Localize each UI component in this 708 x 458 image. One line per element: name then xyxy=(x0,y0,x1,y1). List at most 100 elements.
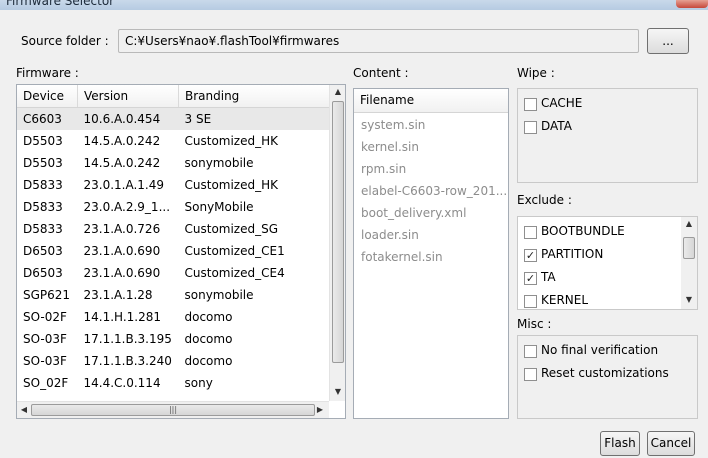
checkbox-box[interactable]: ✓ xyxy=(524,249,537,262)
cell-version: 14.1.H.1.281 xyxy=(83,310,162,324)
exclude-checkbox-partition[interactable]: ✓ PARTITION xyxy=(524,247,684,264)
filename-header[interactable]: Filename xyxy=(354,89,508,113)
exclude-checkbox-kernel[interactable]: KERNEL xyxy=(524,293,684,310)
cell-version: 17.1.1.B.3.195 xyxy=(83,332,172,346)
firmware-row[interactable]: SO-02F 14.1.H.1.281 docomo xyxy=(17,306,330,328)
checkbox-label: No final verification xyxy=(541,343,659,357)
file-item[interactable]: elabel-C6603-row_201... xyxy=(361,184,506,198)
file-item[interactable]: system.sin xyxy=(361,118,506,132)
cell-branding: Customized_CE1 xyxy=(184,244,285,258)
cell-version: 23.1.A.0.690 xyxy=(83,244,161,258)
firmware-table[interactable]: Device Version Branding C6603 10.6.A.0.45… xyxy=(16,84,346,419)
column-header-device[interactable]: Device xyxy=(17,85,78,108)
exclude-list[interactable]: BOOTBUNDLE ✓ PARTITION ✓ TA KERNEL ▲ ▼ xyxy=(517,216,698,310)
cell-device: SO-03F xyxy=(23,354,67,368)
firmware-row[interactable]: D6503 23.1.A.0.690 Customized_CE1 xyxy=(17,240,330,262)
cell-version: 17.1.1.B.3.240 xyxy=(83,354,172,368)
exclude-scroll-down-arrow-icon[interactable]: ▼ xyxy=(681,295,697,305)
column-header-version[interactable]: Version xyxy=(77,85,179,108)
cell-device: D5833 xyxy=(23,222,63,236)
scroll-thumb[interactable] xyxy=(332,101,344,363)
misc-checkbox-reset-customizations[interactable]: Reset customizations xyxy=(524,366,684,383)
exclude-scroll-up-arrow-icon[interactable]: ▲ xyxy=(681,219,697,229)
window-close-button[interactable] xyxy=(676,0,708,8)
exclude-scroll-thumb[interactable] xyxy=(683,237,695,259)
checkbox-box[interactable] xyxy=(524,121,537,134)
file-item[interactable]: kernel.sin xyxy=(361,140,506,154)
cell-version: 23.0.A.2.9_1... xyxy=(83,200,171,214)
grip-icon: ||| xyxy=(168,405,178,414)
cell-branding: Customized_SG xyxy=(184,222,279,236)
cancel-button[interactable]: Cancel xyxy=(647,431,695,456)
column-header-branding[interactable]: Branding xyxy=(178,85,330,108)
cell-branding: Customized_HK xyxy=(184,134,279,148)
cell-branding: Customized_CE4 xyxy=(184,266,285,280)
title-bar: Firmware Selector xyxy=(0,0,708,10)
cell-device: D5833 xyxy=(23,200,63,214)
exclude-label: Exclude : xyxy=(517,193,572,207)
firmware-row[interactable]: D5833 23.0.A.2.9_1... SonyMobile xyxy=(17,196,330,218)
cell-device: D5503 xyxy=(23,156,63,170)
cell-device: D5503 xyxy=(23,134,63,148)
cell-version: 10.6.A.0.454 xyxy=(77,107,179,130)
file-item[interactable]: loader.sin xyxy=(361,228,506,242)
firmware-row[interactable]: SO-03F 17.1.1.B.3.240 docomo xyxy=(17,350,330,372)
checkbox-label: Reset customizations xyxy=(541,366,669,380)
source-folder-label: Source folder : xyxy=(21,34,109,48)
cell-device: C6603 xyxy=(17,107,78,130)
firmware-row[interactable]: SO-03F 17.1.1.B.3.195 docomo xyxy=(17,328,330,350)
file-item[interactable]: fotakernel.sin xyxy=(361,250,506,264)
checkbox-label: KERNEL xyxy=(541,293,589,307)
checkbox-box[interactable] xyxy=(524,295,537,308)
flash-button[interactable]: Flash xyxy=(600,431,640,456)
scroll-down-arrow-icon[interactable]: ▼ xyxy=(330,387,345,397)
wipe-checkbox-cache[interactable]: CACHE xyxy=(524,96,684,113)
checkbox-box[interactable]: ✓ xyxy=(524,272,537,285)
horizontal-scroll-thumb[interactable]: ||| xyxy=(31,404,315,416)
firmware-row[interactable]: C6603 10.6.A.0.454 3 SE xyxy=(17,107,330,130)
exclude-vertical-scrollbar[interactable]: ▲ ▼ xyxy=(681,217,697,309)
browse-button[interactable]: ... xyxy=(647,28,689,54)
firmware-row[interactable]: SGP621 23.1.A.1.28 sonymobile xyxy=(17,284,330,306)
source-folder-field[interactable]: C:¥Users¥nao¥.flashTool¥firmwares xyxy=(118,29,639,53)
misc-group: No final verification Reset customization… xyxy=(517,335,698,419)
firmware-row[interactable]: SO_02F 14.4.C.0.114 sony xyxy=(17,372,330,394)
content-list[interactable]: Filename system.sin kernel.sin rpm.sin elab… xyxy=(353,88,509,419)
firmware-row[interactable]: D5503 14.5.A.0.242 sonymobile xyxy=(17,152,330,174)
file-item[interactable]: boot_delivery.xml xyxy=(361,206,506,220)
cell-version: 23.1.A.0.726 xyxy=(83,222,161,236)
file-item[interactable]: rpm.sin xyxy=(361,162,506,176)
cell-version: 14.5.A.0.242 xyxy=(83,156,161,170)
cell-device: SO-03F xyxy=(23,332,67,346)
checkbox-box[interactable] xyxy=(524,345,537,358)
cell-device: D5833 xyxy=(23,178,63,192)
firmware-horizontal-scrollbar[interactable]: ◀ ||| ▶ xyxy=(17,401,329,418)
checkbox-label: TA xyxy=(541,270,556,284)
cell-branding: 3 SE xyxy=(178,107,330,130)
firmware-row[interactable]: D6503 23.1.A.0.690 Customized_CE4 xyxy=(17,262,330,284)
cell-branding: sonymobile xyxy=(184,156,254,170)
firmware-row[interactable]: D5833 23.1.A.0.726 Customized_SG xyxy=(17,218,330,240)
checkbox-box[interactable] xyxy=(524,368,537,381)
checkbox-label: BOOTBUNDLE xyxy=(541,224,625,238)
scroll-up-arrow-icon[interactable]: ▲ xyxy=(330,87,345,97)
window-title: Firmware Selector xyxy=(6,0,115,8)
cell-version: 23.1.A.1.28 xyxy=(83,288,153,302)
exclude-checkbox-bootbundle[interactable]: BOOTBUNDLE xyxy=(524,224,684,241)
firmware-vertical-scrollbar[interactable]: ▲ ▼ xyxy=(329,85,345,401)
scroll-right-arrow-icon[interactable]: ▶ xyxy=(315,405,325,415)
content-label: Content : xyxy=(353,66,409,80)
checkbox-box[interactable] xyxy=(524,98,537,111)
cell-version: 14.5.A.0.242 xyxy=(83,134,161,148)
exclude-checkbox-ta[interactable]: ✓ TA xyxy=(524,270,684,287)
firmware-row[interactable]: D5833 23.0.1.A.1.49 Customized_HK xyxy=(17,174,330,196)
cell-version: 23.0.1.A.1.49 xyxy=(83,178,165,192)
misc-checkbox-no-final-verification[interactable]: No final verification xyxy=(524,343,684,360)
cell-version: 23.1.A.0.690 xyxy=(83,266,161,280)
wipe-checkbox-data[interactable]: DATA xyxy=(524,119,684,136)
cell-branding: docomo xyxy=(184,354,233,368)
firmware-row[interactable]: D5503 14.5.A.0.242 Customized_HK xyxy=(17,130,330,152)
scroll-left-arrow-icon[interactable]: ◀ xyxy=(19,405,29,415)
checkbox-box[interactable] xyxy=(524,226,537,239)
check-icon: ✓ xyxy=(525,249,536,262)
